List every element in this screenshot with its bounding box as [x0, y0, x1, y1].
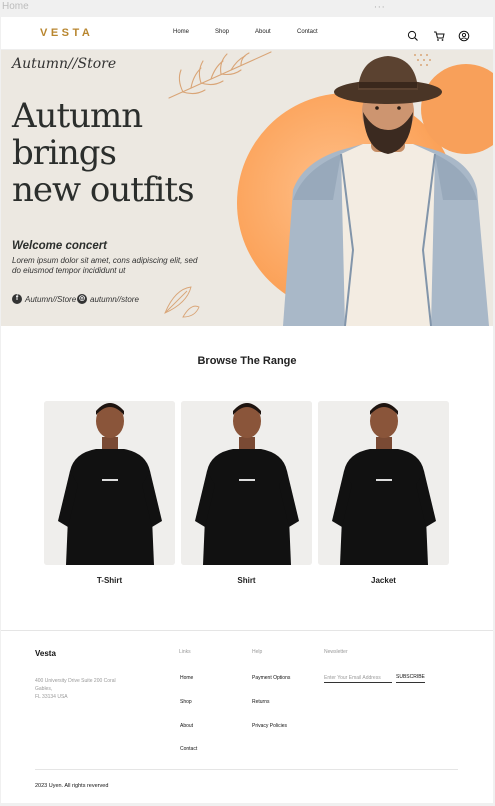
leaf-decoration-bottom	[164, 286, 200, 318]
cart-icon[interactable]	[433, 27, 445, 41]
home-page: VESTA Home Shop About Contact Autumn//St…	[1, 17, 493, 803]
product-image-shirt	[181, 401, 312, 565]
browse-title: Browse The Range	[197, 355, 297, 367]
footer-link-home[interactable]: Home	[180, 675, 193, 681]
product-image-jacket	[318, 401, 449, 565]
footer-link-returns[interactable]: Returns	[252, 699, 270, 705]
nav-contact[interactable]: Contact	[297, 29, 318, 35]
account-icon[interactable]	[458, 27, 470, 42]
newsletter-email-input[interactable]	[324, 673, 392, 683]
footer-link-payment-options[interactable]: Payment Options	[252, 675, 290, 681]
copyright-text: 2023 Uyen. All rights reverved	[35, 783, 109, 789]
product-label-jacket[interactable]: Jacket	[318, 576, 449, 585]
footer-link-privacy-policies[interactable]: Privacy Policies	[252, 723, 287, 729]
hero-paragraph: Lorem ipsum dolor sit amet, cons adipisc…	[12, 256, 198, 275]
product-label-tshirt[interactable]: T-Shirt	[44, 576, 175, 585]
instagram-icon: ◎	[77, 294, 87, 304]
nav-shop[interactable]: Shop	[215, 29, 229, 35]
footer-link-shop[interactable]: Shop	[180, 699, 192, 705]
footer-links-heading: Links	[179, 649, 191, 655]
product-label-shirt[interactable]: Shirt	[181, 576, 312, 585]
footer-divider	[1, 630, 493, 631]
frame-label: Home ···	[0, 0, 495, 18]
subscribe-button[interactable]: SUBSCRIBE	[396, 673, 425, 683]
social-instagram[interactable]: ◎ autumn//store	[77, 294, 139, 304]
product-card-shirt[interactable]	[181, 401, 312, 565]
footer-address: 400 University Drive Suite 200 Coral Gab…	[35, 677, 145, 701]
footer-brand: Vesta	[35, 649, 56, 658]
site-header: VESTA Home Shop About Contact	[1, 17, 493, 50]
product-image-tshirt	[44, 401, 175, 565]
search-icon[interactable]	[407, 27, 419, 41]
facebook-handle: Autumn//Store	[25, 294, 77, 304]
social-facebook[interactable]: f Autumn//Store	[12, 294, 76, 304]
facebook-icon: f	[12, 294, 22, 304]
product-card-jacket[interactable]	[318, 401, 449, 565]
footer-newsletter-heading: Newsletter	[324, 649, 348, 655]
address-line-3: FL 33134 USA	[35, 694, 68, 700]
footer-link-contact[interactable]: Contact	[180, 746, 197, 752]
address-line-1: 400 University Drive Suite 200 Coral	[35, 678, 116, 684]
hero-banner: Autumn//Store Autumn brings new outfits …	[1, 50, 493, 326]
frame-dots: ···	[374, 3, 386, 13]
brand-logo[interactable]: VESTA	[40, 27, 93, 39]
instagram-handle: autumn//store	[90, 294, 139, 304]
address-line-2: Gables,	[35, 686, 53, 692]
hero-subheading: Welcome concert	[12, 240, 108, 252]
hero-headline: Autumn brings new outfits	[12, 96, 195, 210]
nav-about[interactable]: About	[255, 29, 271, 35]
footer-help-heading: Help	[252, 649, 263, 655]
hero-model-image	[283, 56, 489, 326]
hero-script-title: Autumn//Store	[12, 56, 117, 72]
headline-line-2: brings	[12, 133, 117, 173]
footer-link-about[interactable]: About	[180, 723, 193, 729]
product-card-tshirt[interactable]	[44, 401, 175, 565]
frame-title: Home	[2, 1, 29, 12]
headline-line-1: Autumn	[12, 96, 143, 136]
headline-line-3: new outfits	[12, 170, 195, 210]
footer-bottom-divider	[35, 769, 458, 770]
nav-home[interactable]: Home	[173, 29, 189, 35]
